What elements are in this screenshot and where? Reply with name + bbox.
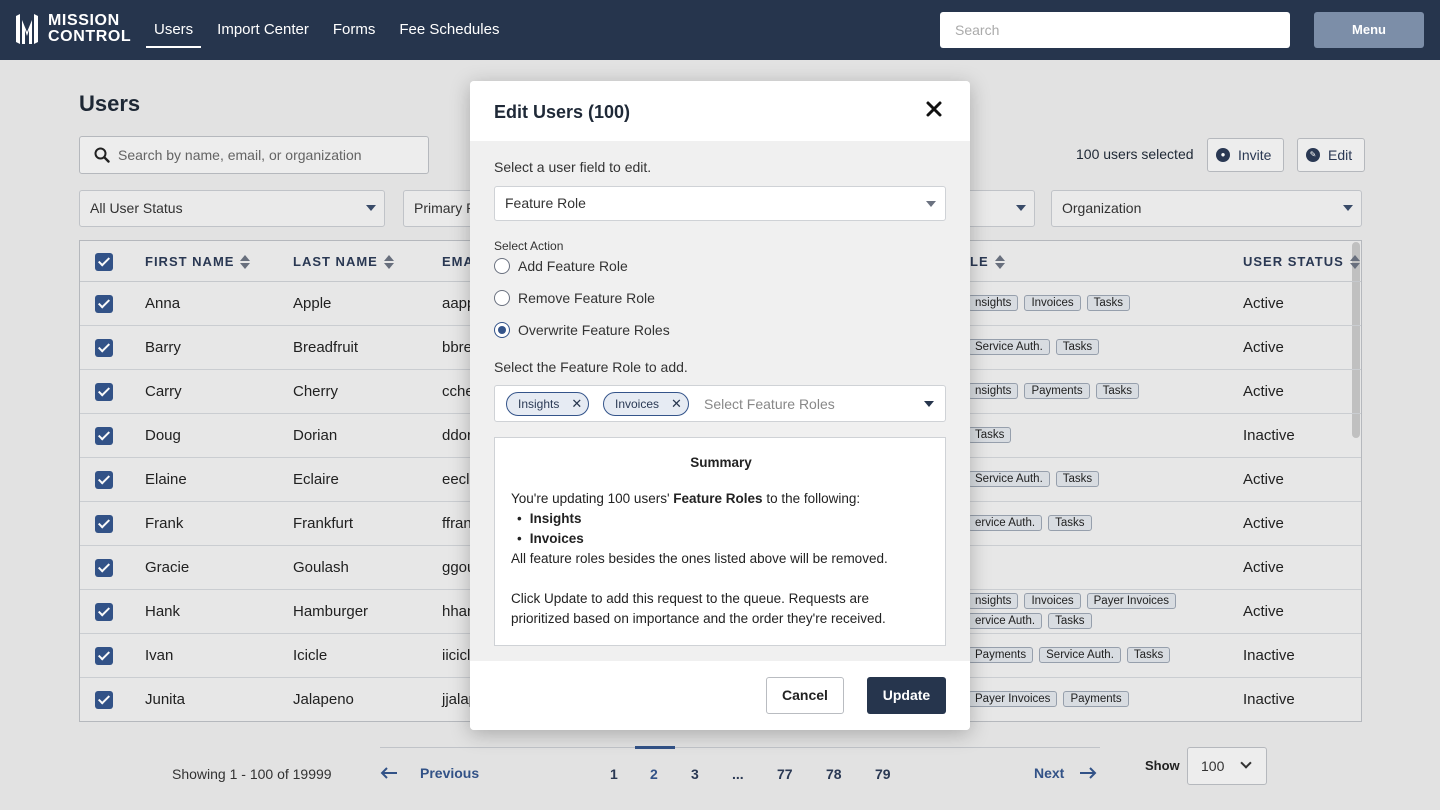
mission-control-logo[interactable]: MISSION CONTROL — [14, 12, 131, 46]
radio-add-label: Add Feature Role — [518, 258, 628, 274]
radio-remove-feature-role[interactable]: Remove Feature Role — [494, 290, 655, 306]
summary-item: Insights — [530, 509, 584, 529]
chip-insights: Insights ✕ — [506, 392, 590, 416]
modal-header: Edit Users (100) — [470, 81, 970, 141]
caret-down-icon[interactable] — [924, 401, 934, 407]
cancel-button[interactable]: Cancel — [766, 677, 844, 714]
chip-invoices-label: Invoices — [615, 397, 660, 411]
roles-placeholder: Select Feature Roles — [704, 396, 835, 412]
radio-remove-label: Remove Feature Role — [518, 290, 655, 306]
radio-add-feature-role[interactable]: Add Feature Role — [494, 258, 628, 274]
chip-insights-label: Insights — [518, 397, 560, 411]
user-field-value: Feature Role — [505, 195, 586, 211]
nav-link-fee-schedules[interactable]: Fee Schedules — [391, 0, 507, 60]
update-button[interactable]: Update — [867, 677, 946, 714]
summary-list: Insights Invoices — [530, 509, 584, 549]
modal-title: Edit Users (100) — [494, 102, 631, 122]
roles-prompt: Select the Feature Role to add. — [494, 359, 688, 375]
logo-line1: MISSION — [48, 12, 120, 29]
summary-note: All feature roles besides the ones liste… — [511, 551, 888, 566]
action-label: Select Action — [494, 239, 564, 253]
summary-intro-pre: You're updating 100 users' — [511, 491, 674, 506]
field-prompt: Select a user field to edit. — [494, 159, 652, 175]
nav-links: Users Import Center Forms Fee Schedules — [146, 0, 515, 60]
user-field-select[interactable]: Feature Role — [494, 186, 946, 221]
summary-panel: Summary You're updating 100 users' Featu… — [494, 437, 946, 646]
radio-button-selected — [494, 322, 510, 338]
nav-link-import-center[interactable]: Import Center — [209, 0, 317, 60]
modal-body: Select a user field to edit. Feature Rol… — [470, 141, 970, 661]
radio-overwrite-feature-roles[interactable]: Overwrite Feature Roles — [494, 322, 670, 338]
remove-chip-icon[interactable]: ✕ — [571, 396, 582, 412]
logo-line2: CONTROL — [48, 28, 132, 45]
edit-users-modal: Edit Users (100) Select a user field to … — [470, 81, 970, 730]
radio-overwrite-label: Overwrite Feature Roles — [518, 322, 670, 338]
radio-button — [494, 258, 510, 274]
remove-chip-icon[interactable]: ✕ — [671, 396, 682, 412]
modal-footer: Cancel Update — [470, 661, 970, 730]
summary-intro-post: to the following: — [762, 491, 861, 506]
summary-queue-line1: Click Update to add this request to the … — [511, 591, 869, 606]
close-icon[interactable] — [924, 99, 944, 119]
caret-down-icon — [926, 201, 936, 207]
nav-link-forms[interactable]: Forms — [325, 0, 384, 60]
global-search-input[interactable] — [940, 12, 1290, 48]
menu-button[interactable]: Menu — [1314, 12, 1424, 48]
chip-invoices: Invoices ✕ — [603, 392, 689, 416]
summary-intro-bold: Feature Roles — [673, 491, 763, 506]
logo-icon — [16, 14, 38, 44]
top-nav: MISSION CONTROL Users Import Center Form… — [0, 0, 1440, 60]
feature-roles-multiselect[interactable]: Insights ✕ Invoices ✕ Select Feature Rol… — [494, 385, 946, 422]
summary-queue-line2: prioritized based on importance and the … — [511, 611, 886, 626]
logo-text: MISSION CONTROL — [48, 13, 131, 45]
summary-intro: You're updating 100 users' Feature Roles… — [511, 489, 860, 509]
summary-item: Invoices — [530, 529, 584, 549]
radio-button — [494, 290, 510, 306]
summary-title: Summary — [690, 455, 752, 470]
nav-link-users[interactable]: Users — [146, 0, 202, 60]
